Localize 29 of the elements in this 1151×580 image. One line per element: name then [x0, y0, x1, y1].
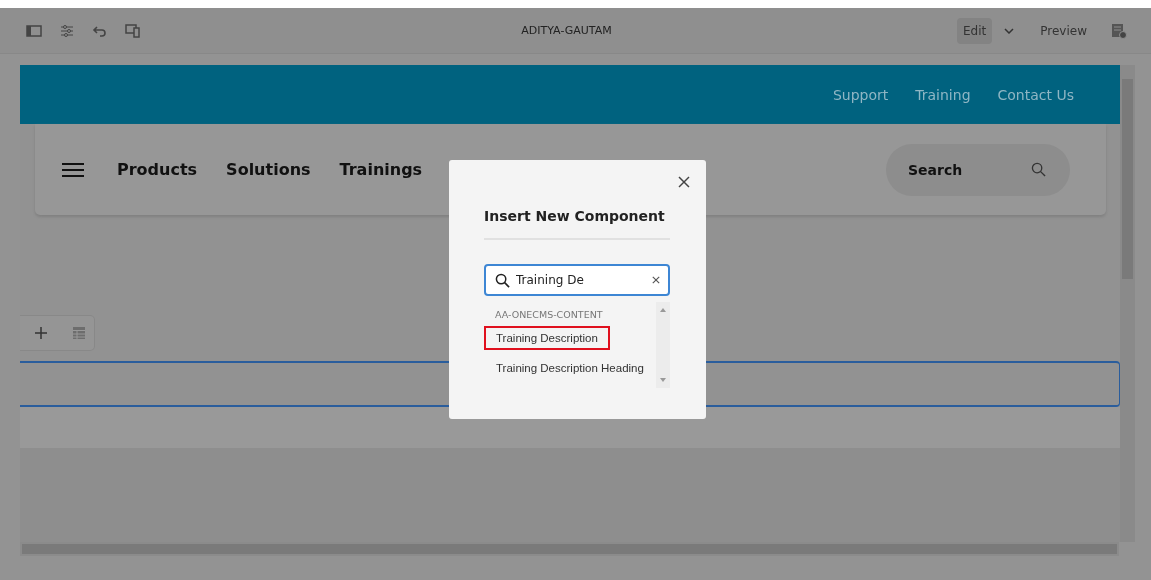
nav-link[interactable]: Trainings	[339, 160, 423, 179]
search-input[interactable]: Training De	[516, 273, 646, 287]
close-button[interactable]	[678, 175, 692, 189]
page-title: ADITYA-GAUTAM	[520, 24, 613, 37]
search-icon	[495, 272, 510, 288]
nav-link[interactable]: Solutions	[226, 160, 311, 179]
horizontal-scrollbar[interactable]	[20, 542, 1119, 556]
mode-tab[interactable]: Edit	[957, 17, 993, 44]
table-icon[interactable]	[72, 326, 86, 340]
search-field[interactable]: Search	[886, 143, 1070, 196]
vertical-scrollbar[interactable]	[1120, 65, 1135, 542]
search-icon[interactable]	[1031, 162, 1046, 177]
search-field[interactable]: Training De	[484, 264, 670, 296]
nav-link[interactable]: Products	[117, 160, 198, 179]
sidebar-icon[interactable]	[26, 22, 42, 39]
close-icon	[678, 176, 690, 188]
settings-sliders-icon[interactable]	[59, 22, 75, 39]
menu-icon[interactable]	[62, 161, 84, 178]
mode-tab[interactable]: Preview	[1034, 17, 1093, 44]
add-icon[interactable]	[34, 326, 48, 340]
list-scrollbar[interactable]	[656, 302, 670, 388]
page-info-icon[interactable]	[1111, 22, 1127, 39]
dialog-title: Insert New Component	[484, 208, 666, 224]
caret-icon[interactable]	[1004, 27, 1015, 34]
list-item[interactable]: Training Description Heading	[484, 356, 656, 380]
devices-icon[interactable]	[125, 22, 141, 39]
group-heading: AA-ONECMS-CONTENT	[495, 309, 604, 320]
list-item[interactable]: Training Description	[484, 326, 610, 350]
clear-icon[interactable]	[652, 276, 660, 284]
